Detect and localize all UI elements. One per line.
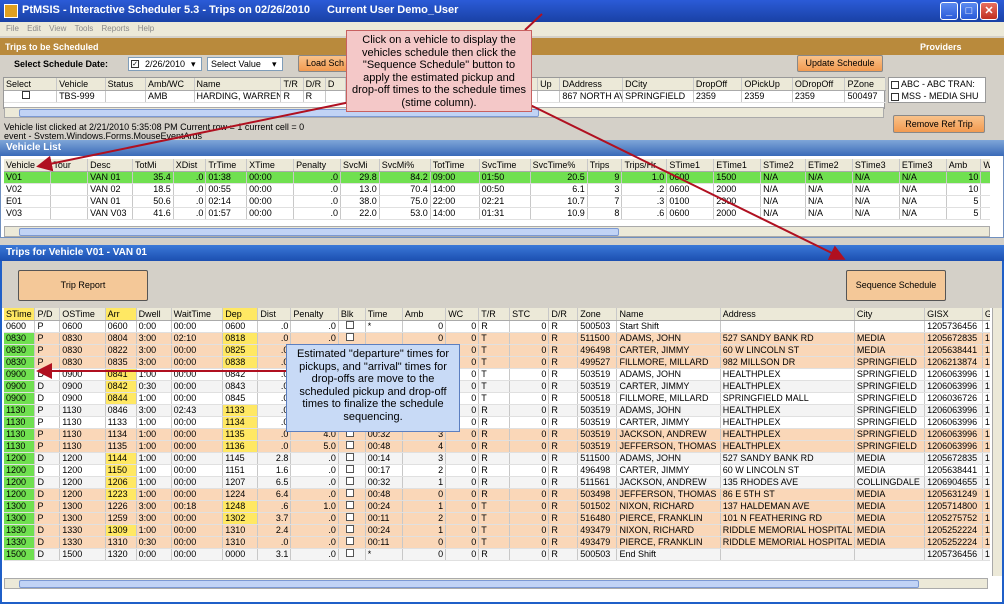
callout-times-help: Estimated "departure" times for pickups,… bbox=[286, 344, 460, 432]
arrow-to-vehicle bbox=[36, 99, 361, 172]
arrow-tail bbox=[524, 13, 543, 31]
arrow-to-sequence bbox=[519, 99, 846, 260]
callout-sequence-help: Click on a vehicle to display the vehicl… bbox=[346, 30, 532, 112]
